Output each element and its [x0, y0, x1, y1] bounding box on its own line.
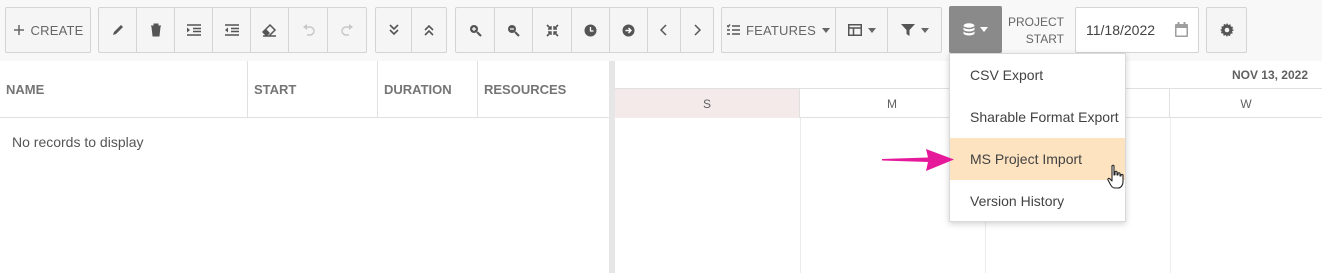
project-start-date-value: 11/18/2022: [1086, 22, 1156, 38]
project-start-date-field[interactable]: 11/18/2022: [1075, 7, 1199, 53]
project-start-label: PROJECT START: [1007, 15, 1064, 46]
day-header: S: [615, 89, 800, 118]
create-button[interactable]: CREATE: [6, 8, 90, 52]
column-header-resources[interactable]: RESOURCES: [478, 61, 609, 118]
outdent-button[interactable]: [213, 8, 251, 52]
outdent-icon: [224, 24, 239, 36]
toolbar: CREATE FEATURES PROJECT START 11/18/2022: [0, 0, 1322, 61]
clock-icon: [584, 24, 597, 36]
indent-button[interactable]: [175, 8, 213, 52]
delete-button[interactable]: [137, 8, 175, 52]
column-header-duration[interactable]: DURATION: [378, 61, 478, 118]
day-divider: [800, 118, 801, 273]
task-grid: NAME START DURATION RESOURCES No records…: [0, 61, 609, 273]
empty-grid-message: No records to display: [12, 134, 144, 150]
view-group: FEATURES: [721, 7, 942, 53]
week-label: NOV 13, 2022: [1231, 68, 1308, 82]
zoom-in-icon: [469, 24, 482, 37]
plus-icon: [13, 25, 24, 35]
undo-icon: [302, 23, 315, 36]
caret-down-icon: [867, 27, 876, 33]
pencil-icon: [112, 25, 123, 35]
redo-icon: [340, 23, 353, 36]
erase-button[interactable]: [251, 8, 289, 52]
expand-group: [375, 7, 447, 53]
menu-item-sharable-format-export[interactable]: Sharable Format Export: [950, 96, 1125, 138]
settings-button[interactable]: [1206, 7, 1247, 53]
grid-header: NAME START DURATION RESOURCES: [0, 61, 609, 118]
shift-previous-button[interactable]: [648, 8, 681, 52]
scroll-to-task-button[interactable]: [610, 8, 648, 52]
zoom-out-icon: [508, 24, 520, 37]
expand-all-button[interactable]: [376, 8, 412, 52]
view-preset-button[interactable]: [836, 8, 888, 52]
double-chevron-up-icon: [424, 24, 434, 36]
double-chevron-down-icon: [388, 24, 399, 36]
collapse-all-button[interactable]: [412, 8, 446, 52]
trash-icon: [150, 23, 161, 37]
chevron-left-icon: [660, 24, 667, 36]
task-list-icon: [727, 24, 740, 35]
edit-button[interactable]: [99, 8, 137, 52]
zoom-in-button[interactable]: [456, 8, 495, 52]
menu-item-ms-project-import[interactable]: MS Project Import: [950, 138, 1125, 180]
import-export-menu: CSV Export Sharable Format Export MS Pro…: [949, 53, 1126, 222]
eraser-icon: [262, 23, 277, 37]
day-header: W: [1240, 96, 1252, 111]
import-export-menu-button[interactable]: [949, 6, 1002, 53]
columns-icon: [847, 24, 862, 36]
filter-icon: [900, 24, 915, 36]
hand-pointer-cursor-icon: [1107, 164, 1124, 189]
column-header-start[interactable]: START: [248, 61, 378, 118]
column-header-name[interactable]: NAME: [0, 61, 248, 118]
menu-item-csv-export[interactable]: CSV Export: [950, 54, 1125, 96]
annotation-arrow-icon: [882, 149, 954, 171]
database-icon: [963, 23, 975, 36]
caret-down-icon: [920, 27, 929, 33]
chevron-right-icon: [694, 24, 701, 36]
shift-next-button[interactable]: [681, 8, 713, 52]
calendar-icon[interactable]: [1175, 22, 1188, 37]
day-divider: [1170, 118, 1171, 273]
compress-icon: [545, 23, 559, 37]
redo-button[interactable]: [328, 8, 366, 52]
edit-group: [98, 7, 367, 53]
create-group: CREATE: [5, 7, 91, 53]
features-label: FEATURES: [746, 22, 816, 38]
zoom-group: [455, 7, 714, 53]
filter-button[interactable]: [888, 8, 941, 52]
undo-button[interactable]: [289, 8, 328, 52]
arrow-circle-right-icon: [622, 24, 635, 36]
previous-time-span-button[interactable]: [572, 8, 610, 52]
zoom-out-button[interactable]: [495, 8, 533, 52]
caret-down-icon: [980, 27, 988, 32]
gear-icon: [1219, 23, 1234, 37]
caret-down-icon: [821, 27, 830, 33]
indent-icon: [186, 24, 201, 36]
zoom-to-fit-button[interactable]: [533, 8, 572, 52]
menu-item-version-history[interactable]: Version History: [950, 180, 1125, 222]
create-label: CREATE: [30, 22, 84, 38]
features-button[interactable]: FEATURES: [722, 8, 836, 52]
